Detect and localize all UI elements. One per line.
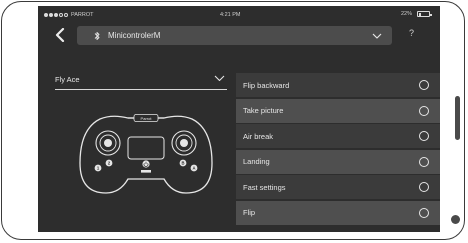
- carrier-name: PARROT: [71, 12, 94, 18]
- battery-icon: [417, 11, 432, 17]
- action-radio-button[interactable]: [419, 207, 429, 218]
- center-power-button: [142, 160, 150, 168]
- action-label: Air break: [243, 131, 274, 141]
- action-radio-button[interactable]: [419, 156, 429, 167]
- action-radio-button[interactable]: [419, 105, 429, 116]
- carrier-indicator: PARROT: [44, 12, 94, 18]
- action-row[interactable]: Take picture: [236, 98, 440, 123]
- battery-indicator: 22%: [400, 11, 432, 17]
- chevron-left-icon: [55, 28, 65, 42]
- left-joystick-icon: [95, 130, 121, 156]
- action-row[interactable]: Landing: [236, 149, 440, 174]
- button-1: 1: [94, 164, 102, 172]
- battery-fill: [418, 12, 421, 16]
- device-name: MinicontrolerM: [108, 31, 161, 40]
- bluetooth-icon: [94, 31, 100, 41]
- signal-strength-icon: [44, 13, 68, 17]
- action-list: Flip backward Take picture Air break Landin…: [236, 73, 440, 232]
- device-selector[interactable]: MinicontrolerM: [77, 26, 392, 45]
- chevron-down-icon: [372, 33, 382, 39]
- chevron-down-icon: [214, 75, 225, 84]
- action-row[interactable]: Flip backward: [236, 73, 440, 97]
- right-joystick-icon: [171, 130, 197, 156]
- app-screen: PARROT 4:21 PM 22% MinicontrolerM ? Fly …: [38, 6, 440, 232]
- button-b-label: B: [181, 161, 184, 166]
- tablet-side-button[interactable]: [455, 96, 460, 140]
- action-label: Flip: [243, 208, 256, 217]
- minicontroller-diagram: Parrot 1 2 B A: [79, 114, 213, 194]
- action-row[interactable]: Air break: [236, 124, 440, 148]
- action-label: Take picture: [243, 106, 284, 115]
- controller-center-panel: [127, 136, 165, 160]
- center-logo-bar: [141, 170, 151, 173]
- battery-percent: 22%: [400, 11, 412, 17]
- controller-brand: Parrot: [141, 116, 153, 121]
- button-b: B: [179, 159, 187, 167]
- drone-model-value: Fly Ace: [55, 75, 80, 84]
- action-radio-button[interactable]: [419, 131, 429, 141]
- controller-outline: [79, 115, 213, 194]
- action-row[interactable]: Flip: [236, 200, 440, 225]
- status-time: 4:21 PM: [220, 12, 241, 18]
- action-row[interactable]: Fast settings: [236, 175, 440, 199]
- tablet-home-button[interactable]: [451, 215, 460, 224]
- status-bar: PARROT 4:21 PM 22%: [38, 6, 440, 22]
- button-a-label: A: [192, 166, 195, 171]
- action-label: Landing: [243, 157, 270, 166]
- help-button[interactable]: ?: [409, 28, 414, 38]
- action-label: Fast settings: [243, 182, 286, 192]
- nav-bar: MinicontrolerM ?: [38, 23, 440, 47]
- action-label: Flip backward: [243, 80, 290, 90]
- button-2: 2: [105, 159, 113, 167]
- button-a: A: [190, 164, 198, 172]
- drone-model-dropdown[interactable]: Fly Ace: [55, 74, 227, 90]
- action-radio-button[interactable]: [419, 182, 429, 192]
- back-button[interactable]: [50, 25, 70, 45]
- action-radio-button[interactable]: [419, 80, 429, 90]
